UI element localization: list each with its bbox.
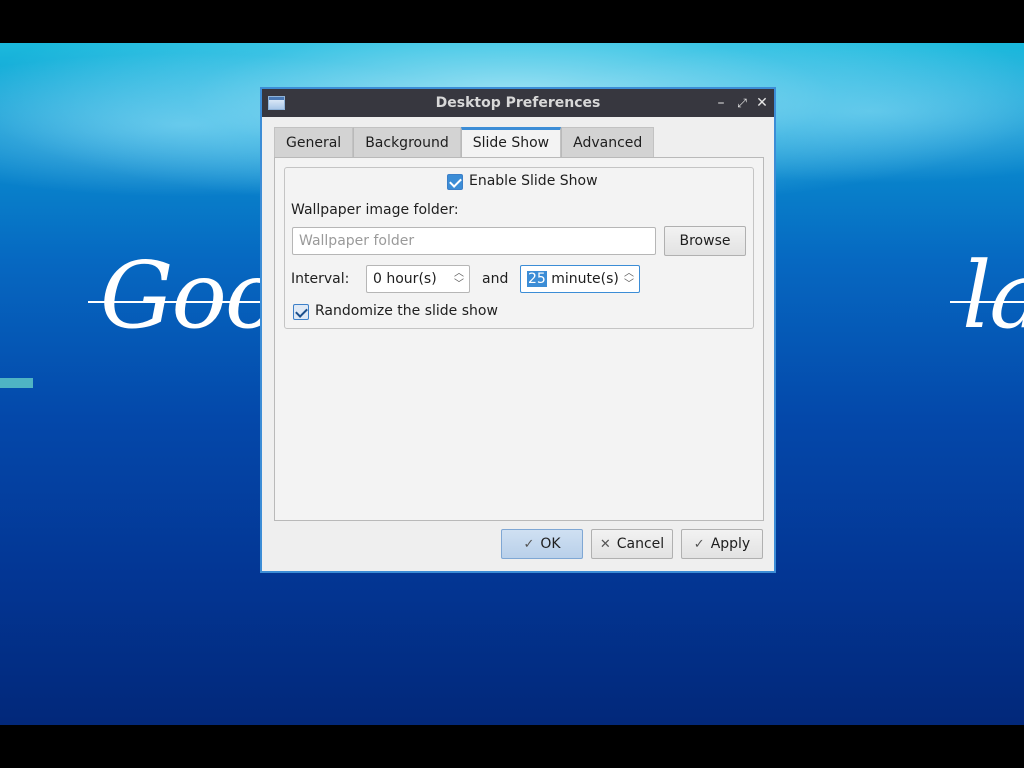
apply-button-label: Apply — [710, 536, 751, 552]
tab-background[interactable]: Background — [353, 127, 461, 157]
minutes-suffix: minute(s) — [546, 271, 619, 287]
tab-general[interactable]: General — [274, 127, 354, 157]
wallpaper-folder-input[interactable] — [292, 227, 656, 255]
minutes-stepper-arrows[interactable]: ︿ ﹀ — [623, 268, 635, 290]
browse-button[interactable]: Browse — [664, 226, 746, 256]
hours-spinbox[interactable]: 0 hour(s) ︿ ﹀ — [366, 265, 470, 293]
randomize-checkbox[interactable] — [293, 304, 309, 320]
wallpaper-line-right — [950, 301, 1024, 303]
interval-label: Interval: — [291, 271, 350, 287]
title-bar[interactable]: Desktop Preferences – ⤢ ✕ — [262, 89, 774, 117]
desktop-preferences-dialog: Desktop Preferences – ⤢ ✕ General Backgr… — [260, 87, 776, 573]
minutes-spinbox[interactable]: 25 minute(s) ︿ ﹀ — [520, 265, 640, 293]
check-icon: ✓ — [523, 536, 535, 552]
close-icon[interactable]: ✕ — [752, 93, 772, 113]
maximize-icon[interactable]: ⤢ — [732, 93, 752, 113]
browse-button-label: Browse — [679, 233, 731, 249]
wallpaper-folder-label: Wallpaper image folder: — [291, 202, 459, 218]
wallpaper-accent-bar — [0, 378, 33, 388]
window-title: Desktop Preferences — [435, 95, 601, 111]
cancel-x-icon: ✕ — [599, 536, 611, 552]
wallpaper-line-left — [88, 301, 268, 303]
letterbox-top — [0, 0, 1024, 43]
chevron-up-icon[interactable]: ︿ — [623, 268, 635, 279]
hours-value: 0 — [373, 271, 382, 287]
ok-button-label: OK — [540, 536, 561, 552]
and-label: and — [482, 271, 509, 287]
tab-slide-show[interactable]: Slide Show — [460, 127, 562, 157]
minimize-icon[interactable]: – — [711, 93, 731, 113]
slide-show-panel: Enable Slide Show Wallpaper image folder… — [274, 157, 764, 521]
chevron-down-icon[interactable]: ﹀ — [623, 279, 635, 290]
wallpaper-text-left: Goo — [100, 242, 280, 349]
enable-slide-show-label[interactable]: Enable Slide Show — [469, 173, 598, 189]
chevron-up-icon[interactable]: ︿ — [453, 268, 465, 279]
letterbox-bottom — [0, 725, 1024, 768]
hours-stepper-arrows[interactable]: ︿ ﹀ — [453, 268, 465, 290]
ok-button[interactable]: ✓ OK — [501, 529, 583, 559]
cancel-button[interactable]: ✕ Cancel — [591, 529, 673, 559]
randomize-label[interactable]: Randomize the slide show — [315, 303, 498, 319]
tab-bar: General Background Slide Show Advanced — [274, 127, 655, 157]
hours-suffix: hour(s) — [381, 271, 437, 287]
check-icon: ✓ — [693, 536, 705, 552]
minutes-value: 25 — [527, 271, 547, 287]
slide-show-group: Enable Slide Show Wallpaper image folder… — [284, 167, 754, 329]
tab-advanced[interactable]: Advanced — [561, 127, 655, 157]
apply-button[interactable]: ✓ Apply — [681, 529, 763, 559]
cancel-button-label: Cancel — [616, 536, 665, 552]
wallpaper-text-right: la — [962, 242, 1024, 349]
enable-slide-show-checkbox[interactable] — [447, 174, 463, 190]
chevron-down-icon[interactable]: ﹀ — [453, 279, 465, 290]
